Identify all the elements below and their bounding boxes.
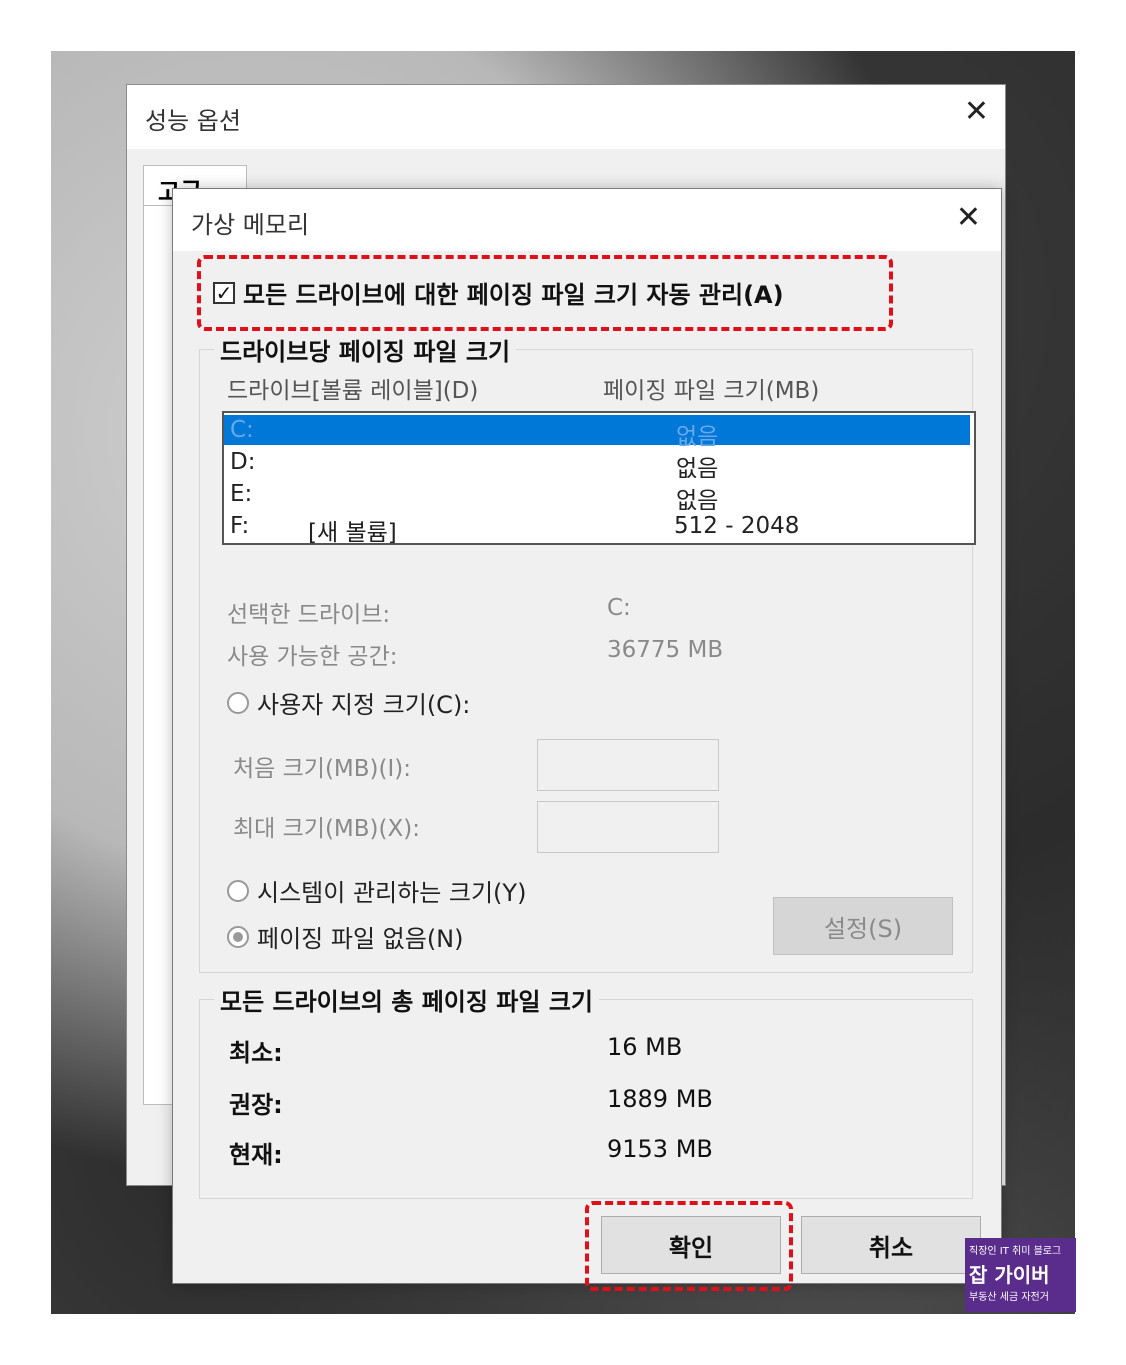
drive-letter: C: — [230, 417, 254, 443]
drive-letter: D: — [230, 449, 256, 475]
drive-volume-label: [새 볼륨] — [308, 520, 397, 546]
virtual-memory-title: 가상 메모리 — [191, 211, 310, 239]
drive-letter: F: — [230, 513, 250, 539]
watermark-line-3: 부동산 세금 자전거 — [969, 1292, 1049, 1303]
current-size-value: 9153 MB — [607, 1135, 713, 1163]
system-managed-radio-row[interactable]: 시스템이 관리하는 크기(Y) — [227, 873, 526, 908]
performance-options-title: 성능 옵션 — [145, 107, 241, 135]
custom-size-radio[interactable] — [227, 691, 249, 714]
per-drive-group-title: 드라이브당 페이징 파일 크기 — [214, 332, 517, 367]
performance-options-close-icon[interactable]: ✕ — [964, 97, 989, 127]
selected-drive-label: 선택한 드라이브: — [227, 602, 391, 628]
drive-letter: E: — [230, 481, 253, 507]
system-managed-label: 시스템이 관리하는 크기(Y) — [257, 879, 527, 907]
total-paging-group: 모든 드라이브의 총 페이징 파일 크기 — [199, 982, 973, 1199]
free-space-value: 36775 MB — [607, 637, 724, 663]
initial-size-field[interactable] — [537, 739, 719, 791]
min-size-value: 16 MB — [607, 1033, 683, 1061]
blog-watermark: 직장인 IT 취미 블로그 잡 가이버 부동산 세금 자전거 — [965, 1238, 1076, 1312]
no-paging-label: 페이징 파일 없음(N) — [257, 925, 464, 953]
cancel-button[interactable]: 취소 — [801, 1216, 981, 1274]
selected-drive-value: C: — [607, 595, 631, 621]
virtual-memory-titlebar: 가상 메모리 ✕ — [173, 189, 1001, 251]
drive-paging-size: 512 - 2048 — [674, 513, 800, 539]
drive-paging-size: 없음 — [676, 456, 719, 482]
auto-manage-checkbox[interactable]: ✓ — [213, 281, 235, 304]
custom-size-radio-row[interactable]: 사용자 지정 크기(C): — [227, 685, 470, 720]
max-size-field[interactable] — [537, 801, 719, 853]
auto-manage-label: 모든 드라이브에 대한 페이징 파일 크기 자동 관리(A) — [243, 281, 784, 309]
column-header-drive: 드라이브[볼륨 레이블](D) — [227, 378, 479, 404]
total-paging-group-title: 모든 드라이브의 총 페이징 파일 크기 — [214, 982, 599, 1017]
custom-size-label: 사용자 지정 크기(C): — [257, 691, 471, 719]
system-managed-radio[interactable] — [227, 879, 249, 902]
drive-row[interactable]: F: [새 볼륨] 512 - 2048 — [224, 511, 970, 546]
virtual-memory-dialog: 가상 메모리 ✕ ✓ 모든 드라이브에 대한 페이징 파일 크기 자동 관리(A… — [172, 188, 1002, 1291]
no-paging-radio-row[interactable]: 페이징 파일 없음(N) — [227, 919, 464, 954]
free-space-label: 사용 가능한 공간: — [227, 644, 398, 670]
column-header-paging-size: 페이징 파일 크기(MB) — [603, 378, 820, 404]
watermark-line-1: 직장인 IT 취미 블로그 — [969, 1246, 1062, 1257]
virtual-memory-close-icon[interactable]: ✕ — [956, 203, 981, 233]
set-button[interactable]: 설정(S) — [773, 897, 953, 955]
ok-button[interactable]: 확인 — [601, 1216, 781, 1274]
drive-row[interactable]: C: 없음 — [224, 415, 970, 450]
recommended-size-label: 권장: — [229, 1091, 283, 1119]
drive-paging-size: 없음 — [676, 488, 719, 514]
initial-size-label: 처음 크기(MB)(I): — [233, 756, 411, 782]
drive-list[interactable]: C: 없음 D: 없음 E: 없음 F: [새 볼륨] 512 - 2048 — [222, 411, 976, 546]
current-size-label: 현재: — [229, 1141, 283, 1169]
no-paging-radio[interactable] — [227, 925, 249, 948]
min-size-label: 최소: — [229, 1039, 283, 1067]
drive-paging-size: 없음 — [676, 424, 719, 450]
drive-row[interactable]: E: 없음 — [224, 479, 970, 514]
max-size-label: 최대 크기(MB)(X): — [233, 816, 420, 842]
recommended-size-value: 1889 MB — [607, 1085, 713, 1113]
watermark-line-2: 잡 가이버 — [969, 1263, 1050, 1287]
drive-row[interactable]: D: 없음 — [224, 447, 970, 482]
auto-manage-checkbox-row[interactable]: ✓ 모든 드라이브에 대한 페이징 파일 크기 자동 관리(A) — [213, 275, 784, 310]
